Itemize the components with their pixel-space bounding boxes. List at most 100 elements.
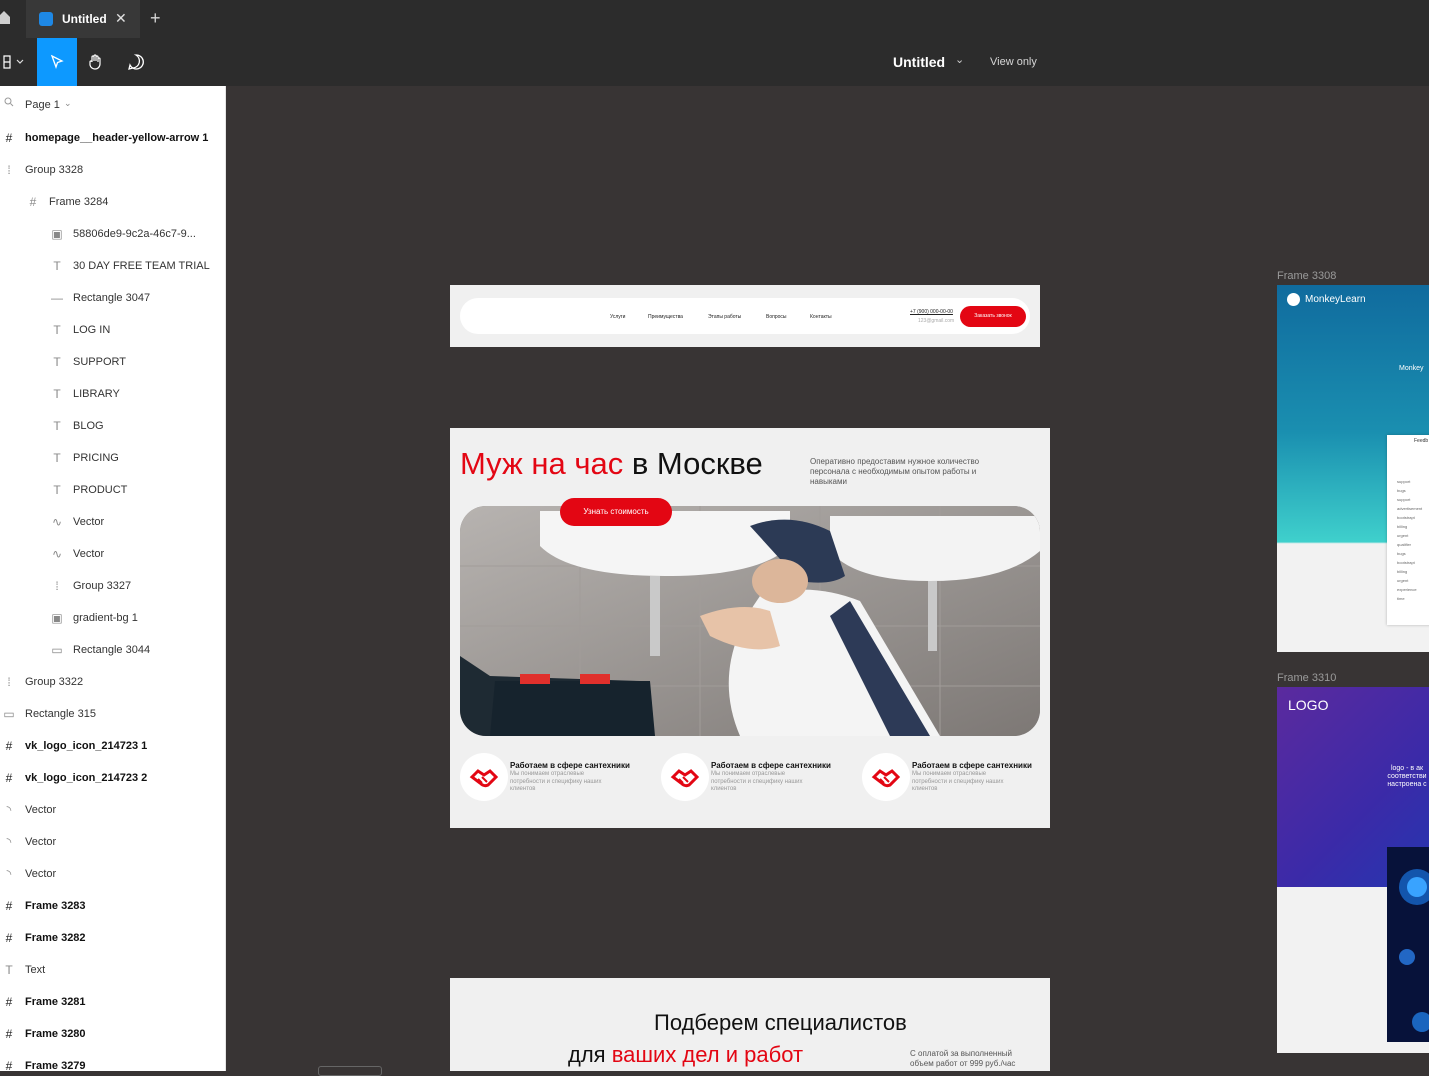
panel-item: experience — [1397, 587, 1417, 592]
hero-frame[interactable]: Муж на час в Москве Оперативно предостав… — [450, 428, 1050, 828]
layer-label: Vector — [73, 548, 105, 560]
hand-tool-button[interactable] — [76, 38, 116, 86]
toolbar: Untitled ⌄ View only — [0, 38, 1429, 86]
group-icon: ⁞ — [7, 675, 11, 689]
layer-item[interactable]: # Frame 3280 — [0, 1019, 225, 1051]
header-phone: +7 (900) 000-00-00 — [910, 309, 953, 315]
layer-item[interactable]: ▭ Rectangle 3044 — [0, 635, 225, 667]
virus-image — [1387, 847, 1429, 1042]
layer-item[interactable]: ◝ Vector — [0, 827, 225, 859]
layer-item[interactable]: ▣ gradient-bg 1 — [0, 603, 225, 635]
rectangle-icon: ▭ — [3, 707, 15, 721]
main-menu-button[interactable] — [0, 38, 36, 86]
layer-item[interactable]: T PRODUCT — [0, 475, 225, 507]
layer-item[interactable]: # Frame 3283 — [0, 891, 225, 923]
layer-item[interactable]: ▣ 58806de9-9c2a-46c7-9... — [0, 219, 225, 251]
frame-icon: # — [5, 931, 13, 945]
search-icon[interactable] — [4, 97, 14, 110]
layer-item[interactable]: # homepage__header-yellow-arrow 1 — [0, 123, 225, 155]
specialists-title-red: ваших дел и работ — [611, 1042, 804, 1067]
headline-fragment: Monkey — [1399, 365, 1424, 372]
home-icon[interactable] — [0, 9, 16, 29]
header-pill — [460, 298, 1030, 334]
logo-text: LOGO — [1288, 697, 1329, 713]
layer-item[interactable]: T SUPPORT — [0, 347, 225, 379]
move-tool-button[interactable] — [37, 38, 77, 86]
hand-icon — [89, 54, 101, 70]
layer-item[interactable]: # Frame 3284 — [0, 187, 225, 219]
panel-item: urgent — [1397, 578, 1409, 583]
layer-item[interactable]: ▭ Rectangle 315 — [0, 699, 225, 731]
layer-label: vk_logo_icon_214723 1 — [25, 740, 148, 752]
nav-link[interactable]: Этапы работы — [708, 314, 741, 320]
header-email: 123@gmail.com — [918, 318, 955, 324]
layer-item[interactable]: T Text — [0, 955, 225, 987]
layer-label: Vector — [25, 868, 57, 880]
panel-item: advertisement — [1397, 506, 1423, 511]
layer-label: Frame 3279 — [25, 1060, 86, 1071]
layer-item[interactable]: — Rectangle 3047 — [0, 283, 225, 315]
frame-label[interactable]: Frame 3310 — [1277, 672, 1336, 684]
specialists-frame[interactable]: Подберем специалистов для ваших дел и ра… — [450, 978, 1050, 1071]
hero-title-red: Муж на час — [460, 446, 624, 481]
layer-item[interactable]: T LIBRARY — [0, 379, 225, 411]
layer-label: Rectangle 3047 — [73, 292, 151, 304]
tab-untitled[interactable]: Untitled ✕ — [26, 0, 140, 38]
feature-desc: Мы понимаем отраслевые потребности и спе… — [711, 771, 803, 792]
nav-link[interactable]: Вопросы — [766, 314, 786, 320]
comment-tool-button[interactable] — [116, 38, 156, 86]
layer-item[interactable]: # Frame 3282 — [0, 923, 225, 955]
layer-item[interactable]: ∿ Vector — [0, 507, 225, 539]
panel-item: support — [1397, 479, 1411, 484]
get-price-button[interactable]: Узнать стоимость — [560, 498, 672, 526]
frame-3308[interactable]: MonkeyLearn Monkey Feedb support bugs supp… — [1277, 285, 1429, 652]
frame-icon: # — [5, 771, 13, 785]
layer-label: Frame 3282 — [25, 932, 86, 944]
canvas-scroll-handle[interactable] — [318, 1066, 382, 1076]
layer-item[interactable]: ⁞ Group 3327 — [0, 571, 225, 603]
layer-label: Frame 3280 — [25, 1028, 86, 1040]
layer-item[interactable]: # vk_logo_icon_214723 1 — [0, 731, 225, 763]
layer-item[interactable]: # vk_logo_icon_214723 2 — [0, 763, 225, 795]
nav-link[interactable]: Услуги — [610, 314, 625, 320]
document-title[interactable]: Untitled — [893, 54, 945, 70]
layer-item[interactable]: T 30 DAY FREE TEAM TRIAL — [0, 251, 225, 283]
chevron-down-icon[interactable]: ⌄ — [955, 53, 964, 66]
feature-desc: Мы понимаем отраслевые потребности и спе… — [912, 771, 1004, 792]
feature-card: Работаем в сфере сантехники Мы понимаем … — [460, 753, 660, 803]
frame-label[interactable]: Frame 3308 — [1277, 270, 1336, 282]
order-call-button[interactable]: Заказать звонок — [960, 306, 1026, 327]
layer-item[interactable]: # Frame 3281 — [0, 987, 225, 1019]
layer-label: 58806de9-9c2a-46c7-9... — [73, 228, 196, 240]
feature-title: Работаем в сфере сантехники — [510, 761, 630, 770]
comment-icon — [128, 54, 144, 70]
layer-item[interactable]: ⁞ Group 3322 — [0, 667, 225, 699]
layer-item[interactable]: ∿ Vector — [0, 539, 225, 571]
text-icon: T — [53, 355, 61, 369]
header-frame[interactable]: Услуги Преимущества Этапы работы Вопросы… — [450, 285, 1040, 347]
layer-label: Vector — [25, 836, 57, 848]
layers-panel: Page 1 ⌄ # homepage__header-yellow-arrow … — [0, 86, 226, 1071]
layer-item[interactable]: T BLOG — [0, 411, 225, 443]
page-label: Page 1 — [25, 99, 60, 111]
layer-item[interactable]: T LOG IN — [0, 315, 225, 347]
frame-icon: # — [5, 899, 13, 913]
panel-item: support — [1397, 497, 1411, 502]
panel-item: bugs — [1397, 551, 1406, 556]
close-icon[interactable]: ✕ — [115, 10, 127, 27]
vector-icon: ∿ — [51, 547, 63, 561]
handshake-icon — [460, 753, 508, 801]
frame-3310[interactable]: LOGO logo - в ак соответстви настроена с — [1277, 687, 1429, 1053]
page-selector[interactable]: Page 1 ⌄ — [0, 96, 225, 116]
layer-item[interactable]: ◝ Vector — [0, 859, 225, 891]
layer-label: Text — [25, 964, 46, 976]
nav-link[interactable]: Контакты — [810, 314, 832, 320]
layer-item[interactable]: # Frame 3279 — [0, 1051, 225, 1071]
layer-item[interactable]: ⁞ Group 3328 — [0, 155, 225, 187]
brand-name: MonkeyLearn — [1305, 294, 1366, 305]
layer-item[interactable]: T PRICING — [0, 443, 225, 475]
layer-item[interactable]: ◝ Vector — [0, 795, 225, 827]
cursor-icon — [50, 54, 64, 69]
new-tab-icon[interactable]: + — [150, 8, 161, 29]
nav-link[interactable]: Преимущества — [648, 314, 683, 320]
